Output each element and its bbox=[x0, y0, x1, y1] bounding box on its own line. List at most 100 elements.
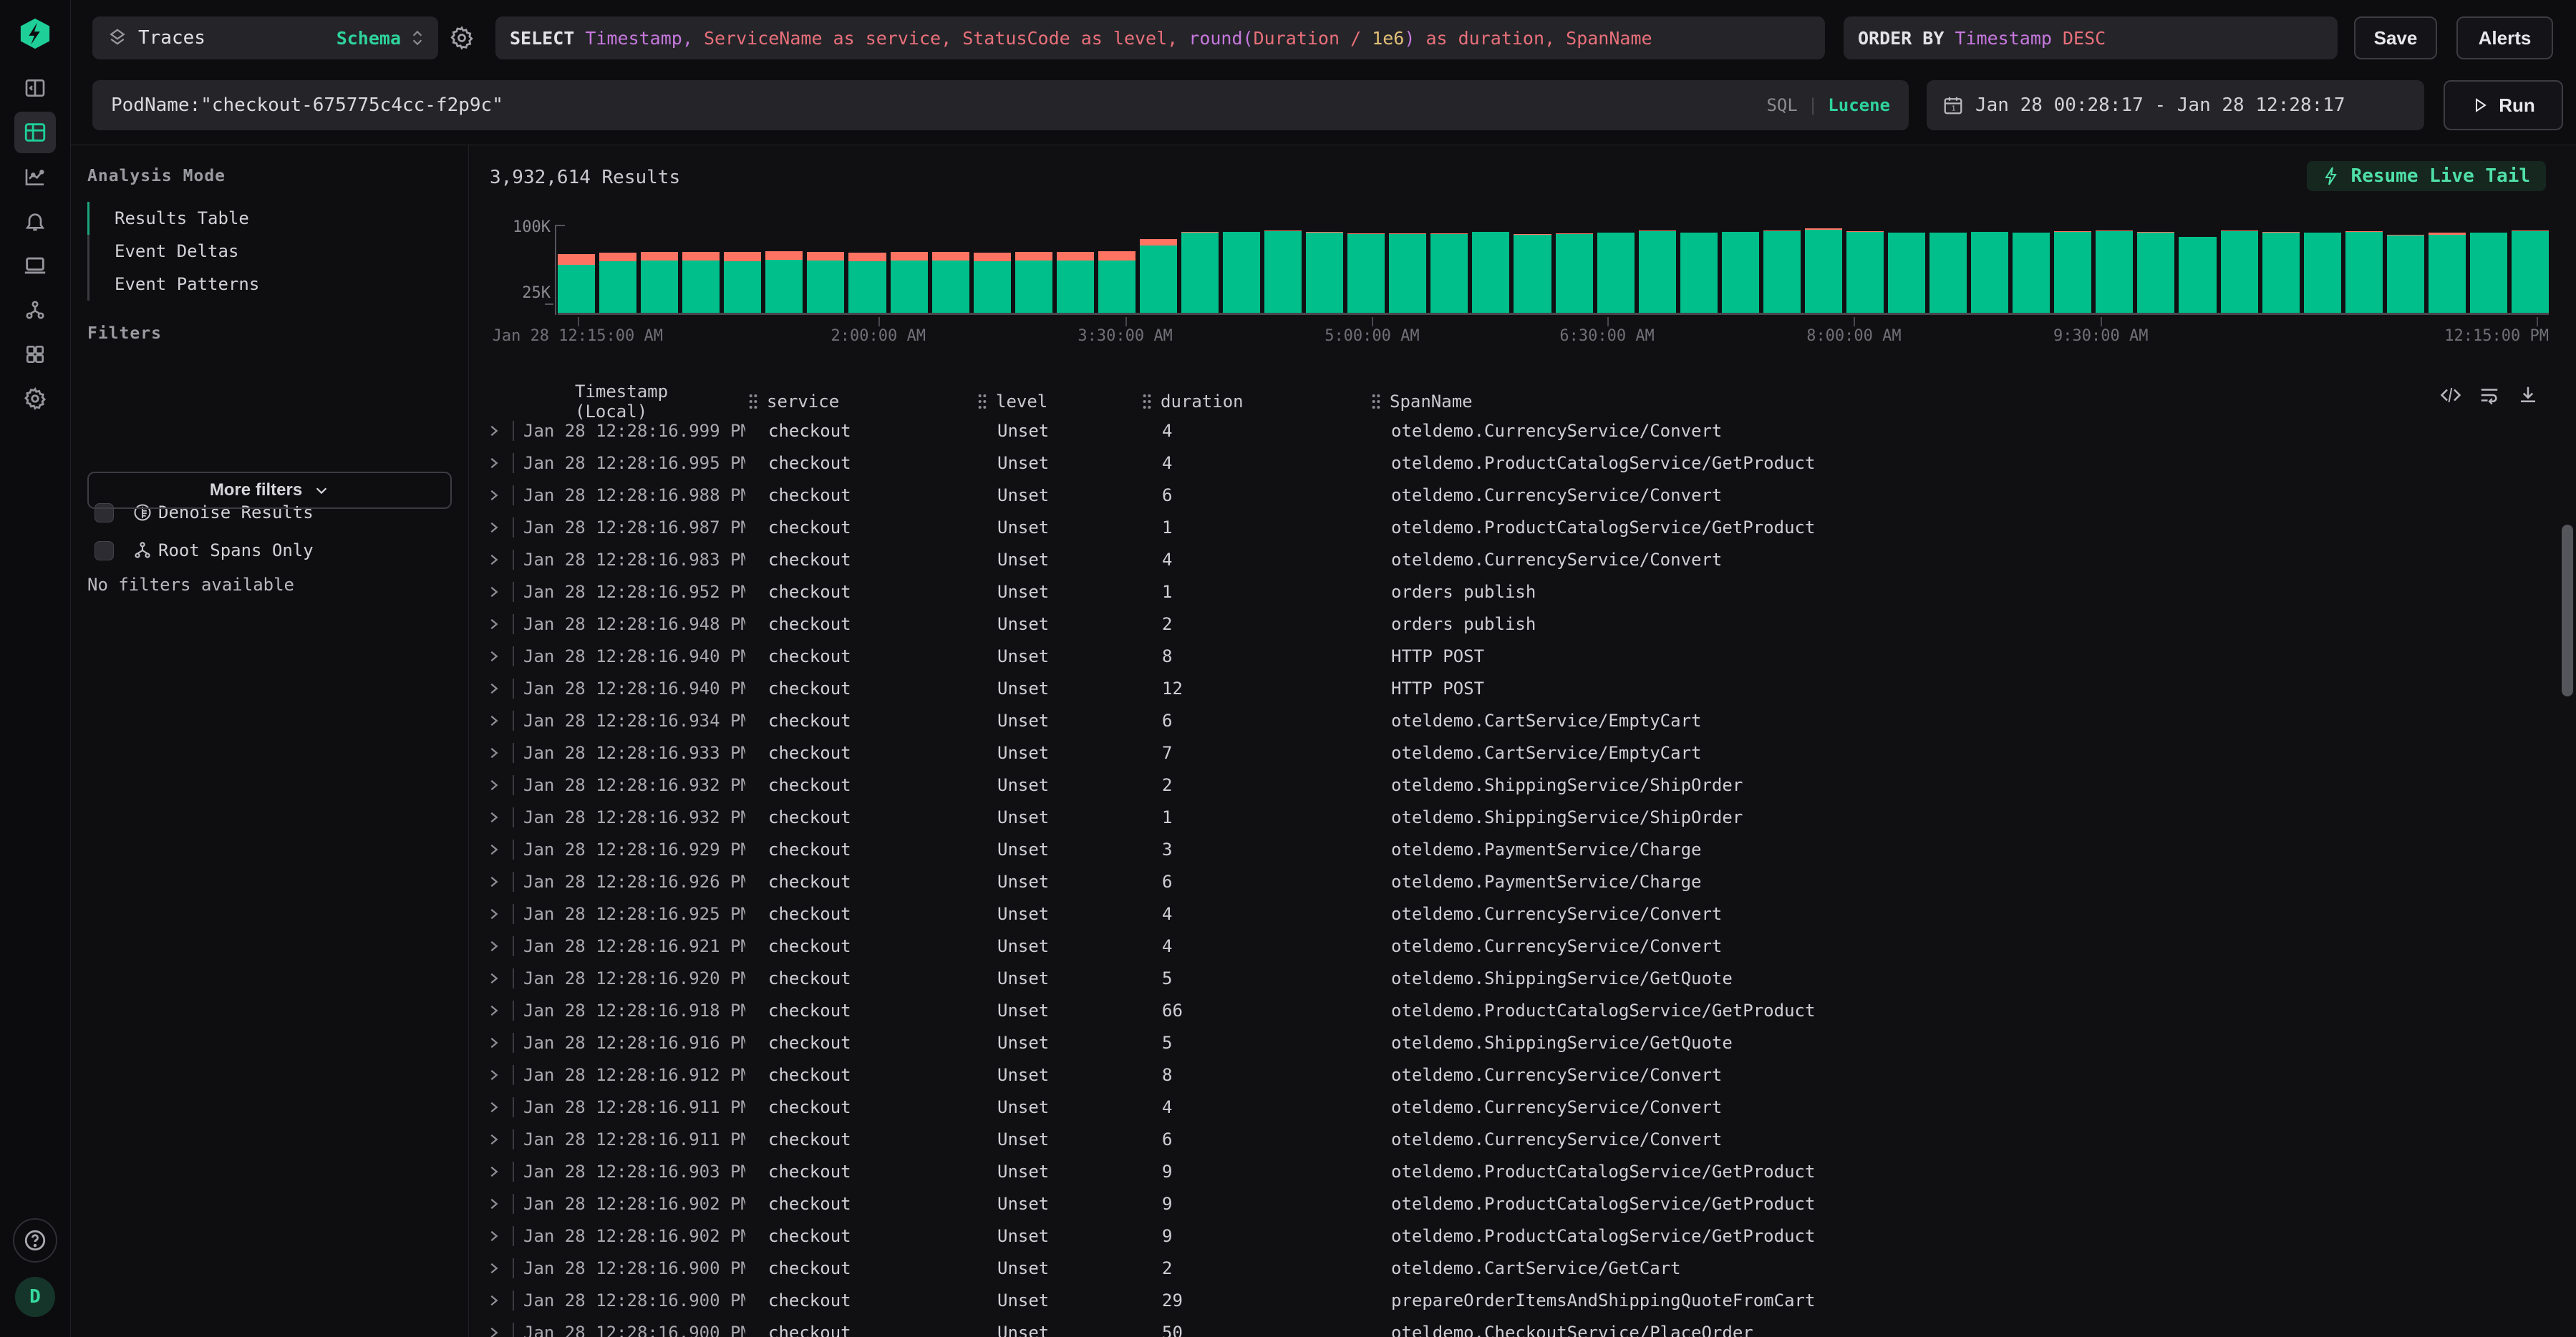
filter-root-spans-only[interactable]: Root Spans Only bbox=[95, 534, 314, 567]
analysis-mode-item[interactable]: Results Table bbox=[87, 202, 259, 235]
bar-ok-segment bbox=[558, 265, 595, 313]
table-row[interactable]: Jan 28 12:28:16.940 PMcheckoutUnset12HTT… bbox=[470, 672, 2576, 704]
expand-row-icon[interactable] bbox=[487, 842, 501, 857]
expand-row-icon[interactable] bbox=[487, 1100, 501, 1114]
expand-row-icon[interactable] bbox=[487, 649, 501, 663]
nav-settings-icon[interactable] bbox=[14, 378, 56, 419]
run-button[interactable]: Run bbox=[2444, 80, 2563, 130]
expand-row-icon[interactable] bbox=[487, 520, 501, 535]
expand-row-icon[interactable] bbox=[487, 714, 501, 728]
source-selector[interactable]: Traces Schema bbox=[92, 16, 438, 59]
table-row[interactable]: Jan 28 12:28:16.940 PMcheckoutUnset8HTTP… bbox=[470, 640, 2576, 672]
table-row[interactable]: Jan 28 12:28:16.995 PMcheckoutUnset4otel… bbox=[470, 447, 2576, 479]
expand-row-icon[interactable] bbox=[487, 1229, 501, 1243]
table-row[interactable]: Jan 28 12:28:16.926 PMcheckoutUnset6otel… bbox=[470, 865, 2576, 898]
table-row[interactable]: Jan 28 12:28:16.912 PMcheckoutUnset8otel… bbox=[470, 1059, 2576, 1091]
table-row[interactable]: Jan 28 12:28:16.932 PMcheckoutUnset2otel… bbox=[470, 769, 2576, 801]
expand-row-icon[interactable] bbox=[487, 746, 501, 760]
expand-row-icon[interactable] bbox=[487, 488, 501, 502]
analysis-mode-item[interactable]: Event Deltas bbox=[87, 235, 259, 268]
table-row[interactable]: Jan 28 12:28:16.918 PMcheckoutUnset66ote… bbox=[470, 994, 2576, 1026]
expand-row-icon[interactable] bbox=[487, 424, 501, 438]
table-row[interactable]: Jan 28 12:28:16.916 PMcheckoutUnset5otel… bbox=[470, 1026, 2576, 1059]
column-header-service[interactable]: service bbox=[745, 392, 974, 412]
table-row[interactable]: Jan 28 12:28:16.900 PMcheckoutUnset2otel… bbox=[470, 1252, 2576, 1284]
sql-toggle[interactable]: SQL bbox=[1766, 95, 1797, 115]
expand-row-icon[interactable] bbox=[487, 810, 501, 825]
table-row[interactable]: Jan 28 12:28:16.934 PMcheckoutUnset6otel… bbox=[470, 704, 2576, 736]
expand-row-icon[interactable] bbox=[487, 617, 501, 631]
table-row[interactable]: Jan 28 12:28:16.988 PMcheckoutUnset6otel… bbox=[470, 479, 2576, 511]
nav-dashboards-icon[interactable] bbox=[14, 334, 56, 375]
drag-grip-icon[interactable] bbox=[1141, 393, 1153, 410]
more-filters-button[interactable]: More filters bbox=[87, 472, 452, 509]
vertical-scrollbar[interactable] bbox=[2562, 525, 2573, 696]
collapse-sidebar-icon[interactable] bbox=[14, 67, 56, 109]
code-icon[interactable] bbox=[2440, 384, 2461, 406]
column-header-level[interactable]: level bbox=[974, 392, 1139, 412]
expand-row-icon[interactable] bbox=[487, 971, 501, 986]
analysis-mode-item[interactable]: Event Patterns bbox=[87, 268, 259, 301]
expand-row-icon[interactable] bbox=[487, 1197, 501, 1211]
table-row[interactable]: Jan 28 12:28:16.902 PMcheckoutUnset9otel… bbox=[470, 1187, 2576, 1220]
table-row[interactable]: Jan 28 12:28:16.903 PMcheckoutUnset9otel… bbox=[470, 1155, 2576, 1187]
alerts-button[interactable]: Alerts bbox=[2456, 16, 2553, 59]
nav-sessions-icon[interactable] bbox=[14, 245, 56, 286]
source-settings-gear-icon[interactable] bbox=[446, 22, 478, 54]
expand-row-icon[interactable] bbox=[487, 681, 501, 696]
expand-row-icon[interactable] bbox=[487, 1261, 501, 1275]
drag-grip-icon[interactable] bbox=[1370, 393, 1383, 410]
expand-row-icon[interactable] bbox=[487, 939, 501, 953]
resume-live-tail-button[interactable]: Resume Live Tail bbox=[2307, 161, 2546, 191]
table-row[interactable]: Jan 28 12:28:16.933 PMcheckoutUnset7otel… bbox=[470, 736, 2576, 769]
expand-row-icon[interactable] bbox=[487, 553, 501, 567]
table-row[interactable]: Jan 28 12:28:16.925 PMcheckoutUnset4otel… bbox=[470, 898, 2576, 930]
wrap-lines-icon[interactable] bbox=[2479, 384, 2500, 406]
table-row[interactable]: Jan 28 12:28:16.920 PMcheckoutUnset5otel… bbox=[470, 962, 2576, 994]
expand-row-icon[interactable] bbox=[487, 1003, 501, 1018]
help-icon[interactable] bbox=[13, 1218, 57, 1263]
table-row[interactable]: Jan 28 12:28:16.999 PMcheckoutUnset4otel… bbox=[470, 414, 2576, 447]
nav-alerts-icon[interactable] bbox=[14, 200, 56, 242]
expand-row-icon[interactable] bbox=[487, 1068, 501, 1082]
nav-chart-explorer-icon[interactable] bbox=[14, 156, 56, 198]
expand-row-icon[interactable] bbox=[487, 456, 501, 470]
user-avatar[interactable]: D bbox=[15, 1277, 55, 1317]
column-header-spanname[interactable]: SpanName bbox=[1368, 392, 2576, 412]
table-row[interactable]: Jan 28 12:28:16.900 PMcheckoutUnset50ote… bbox=[470, 1316, 2576, 1337]
table-row[interactable]: Jan 28 12:28:16.911 PMcheckoutUnset6otel… bbox=[470, 1123, 2576, 1155]
lucene-toggle[interactable]: Lucene bbox=[1828, 95, 1890, 115]
expand-row-icon[interactable] bbox=[487, 1293, 501, 1308]
column-header-duration[interactable]: duration bbox=[1139, 392, 1368, 412]
expand-row-icon[interactable] bbox=[487, 585, 501, 599]
app-logo-icon[interactable] bbox=[14, 13, 56, 54]
root-spans-checkbox[interactable] bbox=[95, 541, 114, 560]
nav-search-icon[interactable] bbox=[14, 112, 56, 153]
save-button[interactable]: Save bbox=[2354, 16, 2437, 59]
nav-service-map-icon[interactable] bbox=[14, 289, 56, 331]
drag-grip-icon[interactable] bbox=[747, 393, 760, 410]
table-row[interactable]: Jan 28 12:28:16.987 PMcheckoutUnset1otel… bbox=[470, 511, 2576, 543]
table-row[interactable]: Jan 28 12:28:16.932 PMcheckoutUnset1otel… bbox=[470, 801, 2576, 833]
table-row[interactable]: Jan 28 12:28:16.929 PMcheckoutUnset3otel… bbox=[470, 833, 2576, 865]
table-row[interactable]: Jan 28 12:28:16.902 PMcheckoutUnset9otel… bbox=[470, 1220, 2576, 1252]
search-input[interactable]: PodName:"checkout-675775c4cc-f2p9c" SQL … bbox=[92, 80, 1909, 130]
expand-row-icon[interactable] bbox=[487, 875, 501, 889]
expand-row-icon[interactable] bbox=[487, 907, 501, 921]
expand-row-icon[interactable] bbox=[487, 1326, 501, 1337]
date-range-picker[interactable]: 1 Jan 28 00:28:17 - Jan 28 12:28:17 bbox=[1927, 80, 2424, 130]
expand-row-icon[interactable] bbox=[487, 1132, 501, 1147]
order-by-input[interactable]: ORDER BY Timestamp DESC bbox=[1844, 16, 2338, 59]
table-row[interactable]: Jan 28 12:28:16.921 PMcheckoutUnset4otel… bbox=[470, 930, 2576, 962]
table-row[interactable]: Jan 28 12:28:16.948 PMcheckoutUnset2orde… bbox=[470, 608, 2576, 640]
table-row[interactable]: Jan 28 12:28:16.952 PMcheckoutUnset1orde… bbox=[470, 575, 2576, 608]
table-row[interactable]: Jan 28 12:28:16.900 PMcheckoutUnset29pre… bbox=[470, 1284, 2576, 1316]
expand-row-icon[interactable] bbox=[487, 778, 501, 792]
expand-row-icon[interactable] bbox=[487, 1165, 501, 1179]
drag-grip-icon[interactable] bbox=[976, 393, 989, 410]
download-icon[interactable] bbox=[2517, 384, 2539, 406]
sql-select-input[interactable]: SELECT Timestamp, ServiceName as service… bbox=[495, 16, 1825, 59]
expand-row-icon[interactable] bbox=[487, 1036, 501, 1050]
table-row[interactable]: Jan 28 12:28:16.983 PMcheckoutUnset4otel… bbox=[470, 543, 2576, 575]
table-row[interactable]: Jan 28 12:28:16.911 PMcheckoutUnset4otel… bbox=[470, 1091, 2576, 1123]
